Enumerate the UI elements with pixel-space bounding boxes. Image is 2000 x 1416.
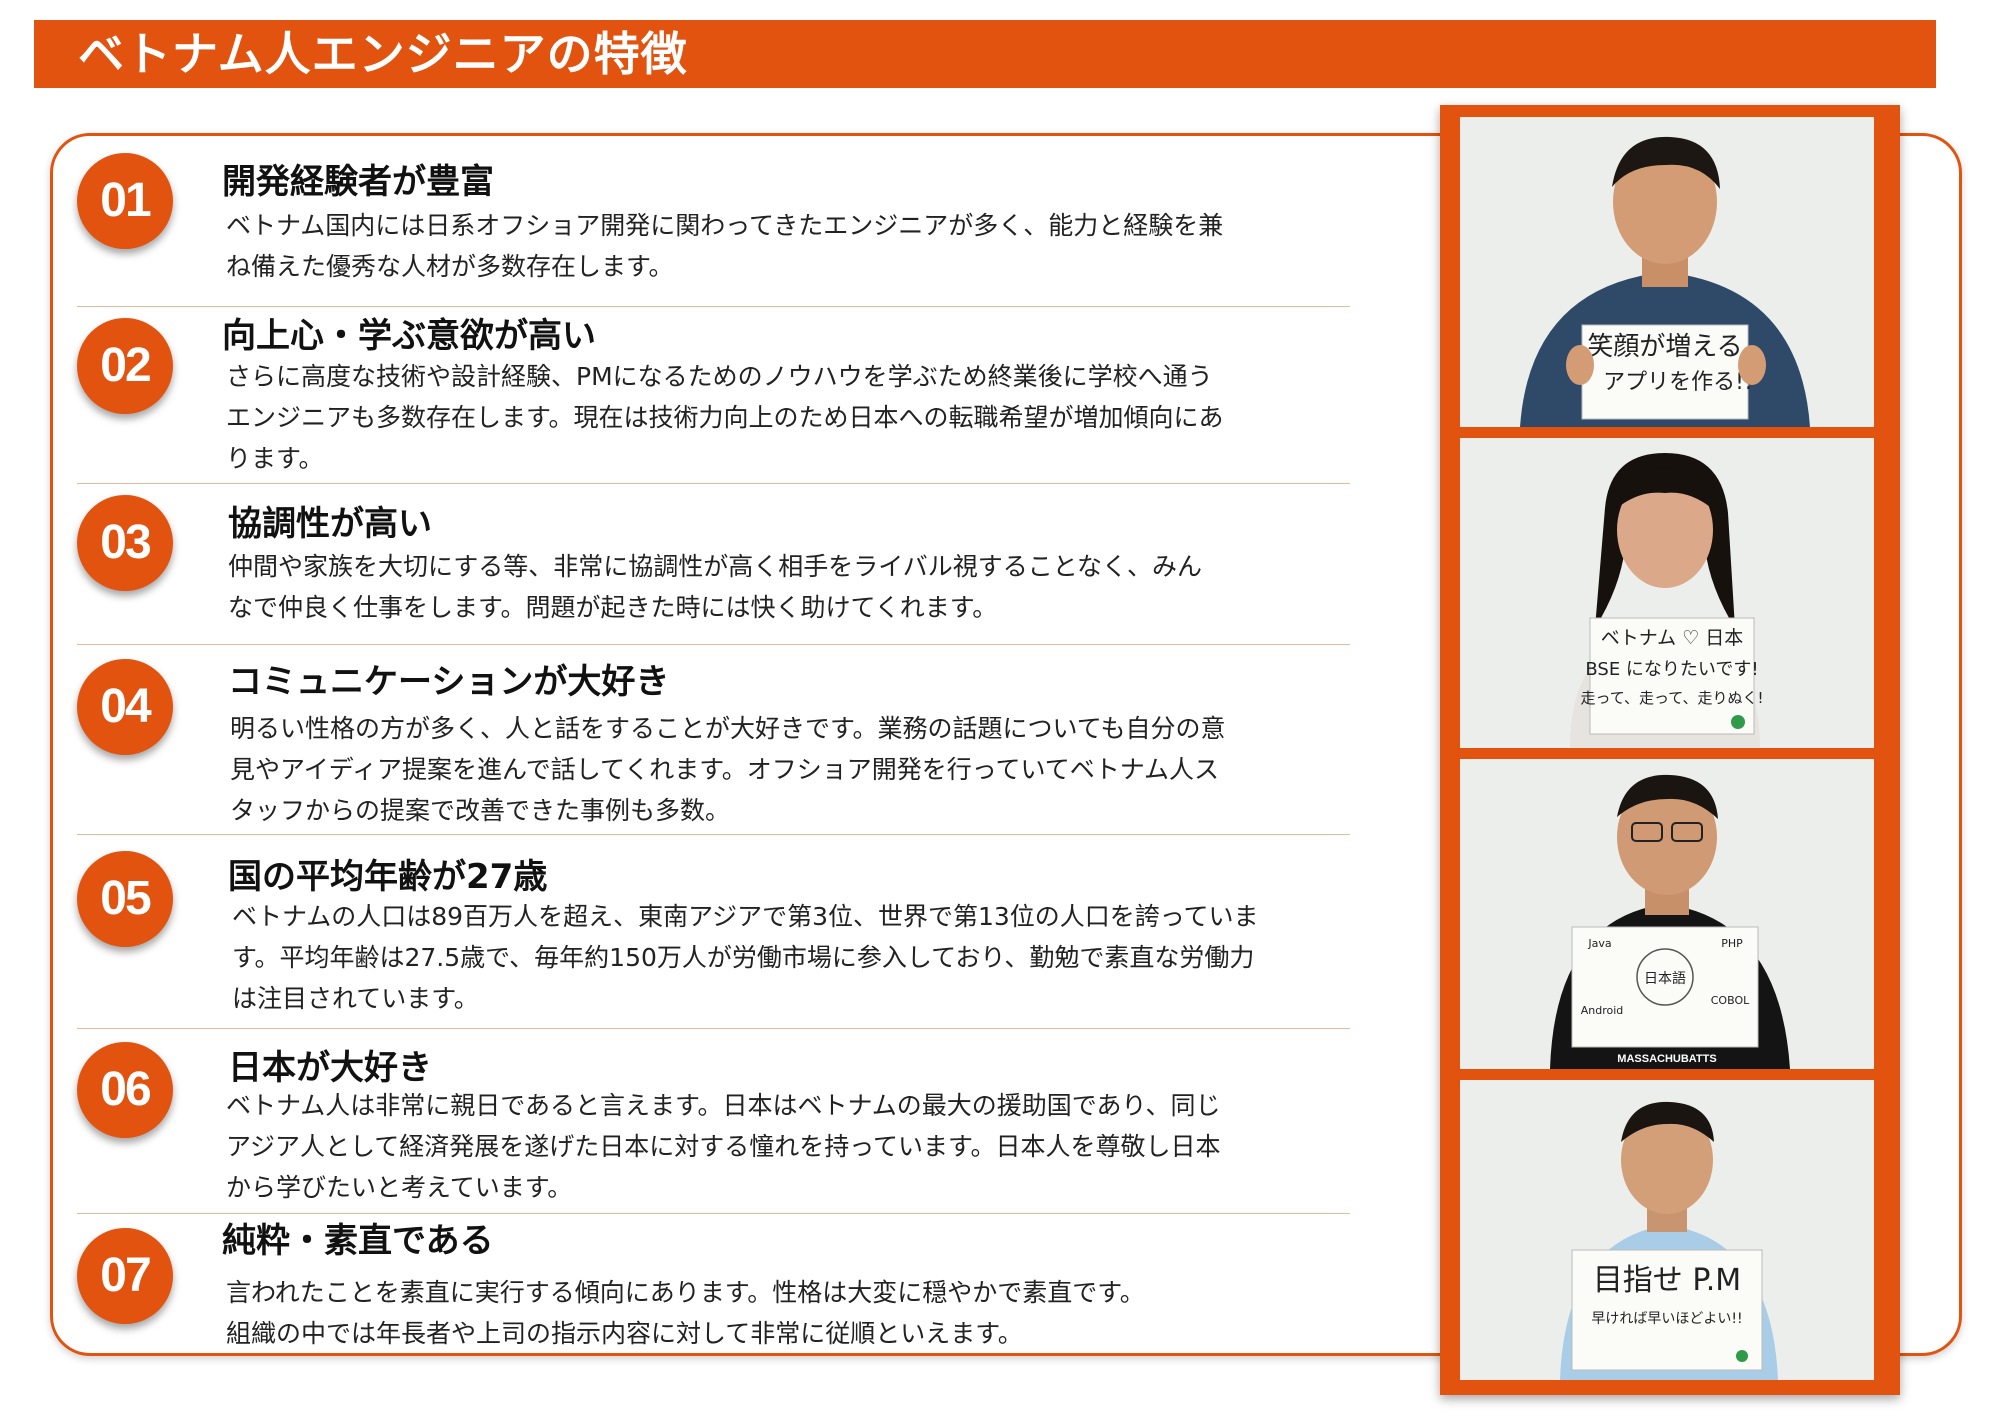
feature-heading: 純粋・素直である <box>222 1221 494 1261</box>
description-line: は注目されています。 <box>232 984 479 1013</box>
feature-heading: コミュニケーションが大好き <box>228 662 670 702</box>
engineer-photo: ベトナム ♡ 日本 BSE になりたいです! 走って、走って、走りぬく! <box>1460 438 1874 748</box>
sign-line: アプリを作る!! <box>1603 370 1753 395</box>
description-line: す。平均年齢は27.5歳で、毎年約150万人が労働市場に参入しており、勤勉で素直… <box>232 943 1255 972</box>
feature-description: 明るい性格の方が多く、人と話をすることが大好きです。業務の話題についても自分の意… <box>230 708 1350 831</box>
photo-panel: 笑顔が増える アプリを作る!! ベトナム ♡ 日本 BSE になりたいです! 走… <box>1440 105 1900 1395</box>
number-badge: 07 <box>77 1228 173 1324</box>
divider <box>77 834 1350 835</box>
divider <box>77 1213 1350 1214</box>
feature-description: 仲間や家族を大切にする等、非常に協調性が高く相手をライバル視することなく、みん … <box>228 546 1348 628</box>
engineer-photo: 日本語 Java PHP Android COBOL MASSACHUBATTS <box>1460 759 1874 1069</box>
description-line: から学びたいと考えています。 <box>226 1173 573 1202</box>
number-badge: 03 <box>77 495 173 591</box>
sign-line: COBOL <box>1711 994 1750 1007</box>
engineer-photo: 笑顔が増える アプリを作る!! <box>1460 117 1874 427</box>
feature-description: ベトナム人は非常に親日であると言えます。日本はベトナムの最大の援助国であり、同じ… <box>226 1085 1346 1208</box>
feature-description: 言われたことを素直に実行する傾向にあります。性格は大変に穏やかで素直です。 組織… <box>226 1272 1346 1354</box>
feature-description: ベトナム国内には日系オフショア開発に関わってきたエンジニアが多く、能力と経験を兼… <box>226 205 1346 287</box>
feature-description: ベトナムの人口は89百万人を超え、東南アジアで第3位、世界で第13位の人口を誇っ… <box>232 896 1372 1019</box>
description-line: 見やアイディア提案を進んで話してくれます。オフショア開発を行っていてベトナム人ス <box>230 755 1220 784</box>
divider <box>77 306 1350 307</box>
feature-heading: 国の平均年齢が27歳 <box>228 857 548 897</box>
divider <box>77 1028 1350 1029</box>
description-line: ります。 <box>226 444 324 473</box>
page-title: ベトナム人エンジニアの特徴 <box>78 27 688 81</box>
description-line: 言われたことを素直に実行する傾向にあります。性格は大変に穏やかで素直です。 <box>226 1278 1145 1307</box>
sign-line: ベトナム ♡ 日本 <box>1601 627 1744 649</box>
shirt-text: MASSACHUBATTS <box>1617 1053 1716 1065</box>
sign-line: Android <box>1581 1004 1624 1017</box>
description-line: 明るい性格の方が多く、人と話をすることが大好きです。業務の話題についても自分の意 <box>230 714 1226 743</box>
number-badge: 02 <box>77 318 173 414</box>
feature-description: さらに高度な技術や設計経験、PMになるためのノウハウを学ぶため終業後に学校へ通う… <box>226 356 1346 479</box>
divider <box>77 644 1350 645</box>
description-line: ベトナム国内には日系オフショア開発に関わってきたエンジニアが多く、能力と経験を兼 <box>226 211 1224 240</box>
description-line: タッフからの提案で改善できた事例も多数。 <box>230 796 731 825</box>
sign-line: Java <box>1587 937 1611 950</box>
description-line: 組織の中では年長者や上司の指示内容に対して非常に従順といえます。 <box>226 1319 1023 1348</box>
feature-heading: 向上心・学ぶ意欲が高い <box>222 316 596 356</box>
sign-line: 早ければ早いほどよい!! <box>1591 1311 1742 1327</box>
description-line: エンジニアも多数存在します。現在は技術力向上のため日本への転職希望が増加傾向にあ <box>226 403 1224 432</box>
sign-line: BSE になりたいです! <box>1585 659 1758 680</box>
description-line: アジア人として経済発展を遂げた日本に対する憧れを持っています。日本人を尊敬し日本 <box>226 1132 1221 1161</box>
description-line: さらに高度な技術や設計経験、PMになるためのノウハウを学ぶため終業後に学校へ通う <box>226 362 1213 391</box>
engineer-photo: 目指せ P.M 早ければ早いほどよい!! <box>1460 1080 1874 1380</box>
feature-heading: 日本が大好き <box>228 1048 432 1088</box>
description-line: ね備えた優秀な人材が多数存在します。 <box>226 252 674 281</box>
sign-line: PHP <box>1721 937 1743 950</box>
number-badge: 01 <box>77 153 173 249</box>
sign-line: 走って、走って、走りぬく! <box>1580 689 1763 707</box>
sign-line: 日本語 <box>1644 971 1686 987</box>
number-badge: 04 <box>77 659 173 755</box>
feature-heading: 開発経験者が豊富 <box>222 162 494 202</box>
number-badge: 05 <box>77 851 173 947</box>
feature-heading: 協調性が高い <box>228 504 432 544</box>
title-bar: ベトナム人エンジニアの特徴 <box>34 20 1936 88</box>
description-line: なで仲良く仕事をします。問題が起きた時には快く助けてくれます。 <box>228 593 998 622</box>
sign-line: 目指せ P.M <box>1593 1263 1741 1298</box>
description-line: 仲間や家族を大切にする等、非常に協調性が高く相手をライバル視することなく、みん <box>228 552 1203 581</box>
divider <box>77 483 1350 484</box>
description-line: ベトナムの人口は89百万人を超え、東南アジアで第3位、世界で第13位の人口を誇っ… <box>232 902 1259 931</box>
description-line: ベトナム人は非常に親日であると言えます。日本はベトナムの最大の援助国であり、同じ <box>226 1091 1221 1120</box>
sign-line: 笑顔が増える <box>1587 332 1742 362</box>
number-badge: 06 <box>77 1042 173 1138</box>
